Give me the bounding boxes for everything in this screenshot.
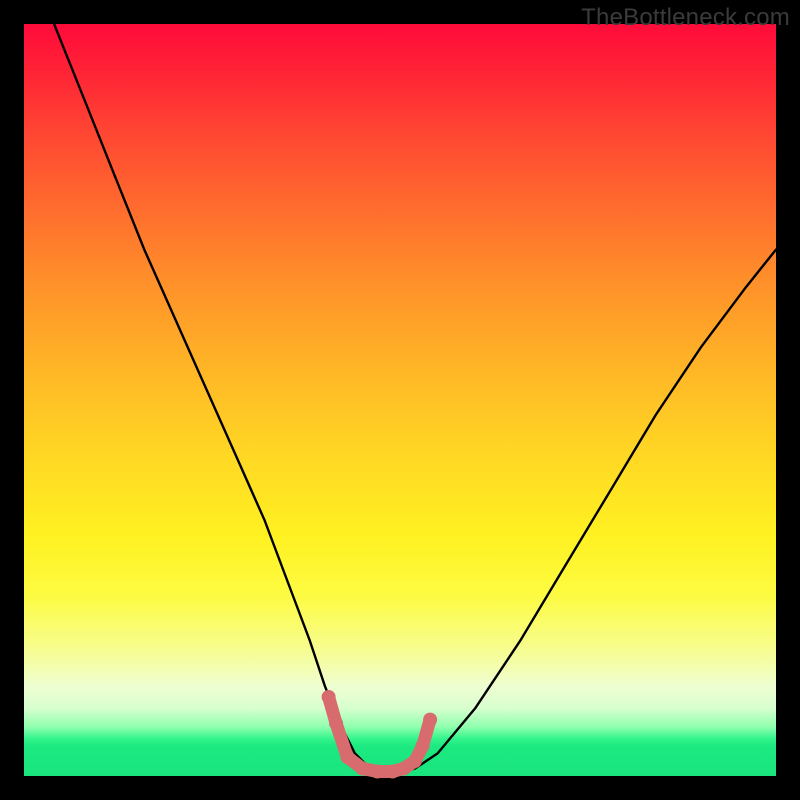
chart-svg xyxy=(24,24,776,776)
sweet-spot-marker xyxy=(322,690,438,779)
sweet-spot-dot xyxy=(355,762,369,776)
sweet-spot-dot xyxy=(416,739,430,753)
watermark-text: TheBottleneck.com xyxy=(581,4,790,32)
sweet-spot-dot xyxy=(340,750,354,764)
sweet-spot-dot xyxy=(408,754,422,768)
sweet-spot-dot xyxy=(423,713,437,727)
chart-plot-area xyxy=(24,24,776,776)
sweet-spot-dot xyxy=(322,690,336,704)
chart-frame: TheBottleneck.com xyxy=(0,0,800,800)
sweet-spot-dot xyxy=(370,765,384,779)
sweet-spot-dot xyxy=(329,716,343,730)
bottleneck-curve xyxy=(54,24,776,772)
